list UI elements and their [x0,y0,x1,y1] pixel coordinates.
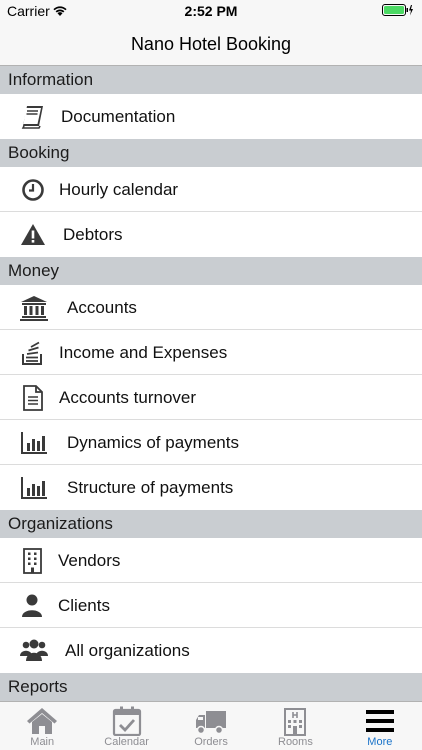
section-header-information: Information [0,66,422,94]
menu-item-label: Accounts turnover [59,388,197,407]
menu-item-label: Structure of payments [67,478,234,497]
tab-calendar[interactable]: Calendar [84,702,168,750]
hotel-icon [279,706,311,736]
tab-label: More [367,736,393,748]
menu-item-label: Vendors [58,551,121,570]
menu-item-all-organizations[interactable]: All organizations [0,628,422,673]
menu-item-structure-of-payments[interactable]: Structure of payments [0,465,422,510]
bar-chart-icon [20,475,47,501]
warning-icon [20,222,46,248]
menu-item-income-expenses[interactable]: Income and Expenses [0,330,422,375]
tab-label: Orders [194,736,228,748]
menu-item-label: Clients [58,596,110,615]
tab-more[interactable]: More [338,702,422,750]
bank-icon [20,295,48,321]
menu-list: Information Documentation Booking Hourly… [0,66,422,701]
document-icon [20,385,46,411]
page-title: Nano Hotel Booking [130,34,292,54]
stack-coins-icon [20,340,46,366]
building-icon [20,548,46,574]
user-icon [20,593,46,619]
menu-item-documentation[interactable]: Documentation [0,94,422,139]
menu-item-vendors[interactable]: Vendors [0,538,422,583]
clock-icon [20,177,46,203]
tab-label: Calendar [104,736,149,748]
users-icon [20,638,48,664]
tab-main[interactable]: Main [0,702,84,750]
tab-rooms[interactable]: Rooms [253,702,337,750]
menu-item-accounts[interactable]: Accounts [0,285,422,330]
tab-label: Main [30,736,55,748]
menu-item-label: Debtors [63,225,123,244]
menu-icon [364,706,396,736]
bar-chart-icon [20,430,47,456]
menu-item-label: Accounts [67,298,137,317]
tab-label: Rooms [278,736,313,748]
menu-item-label: Documentation [61,107,176,126]
menu-item-hourly-calendar[interactable]: Hourly calendar [0,167,422,212]
section-header-reports: Reports [0,673,422,701]
truck-icon [195,706,227,736]
menu-item-clients[interactable]: Clients [0,583,422,628]
menu-item-label: All organizations [65,641,190,660]
menu-item-label: Dynamics of payments [67,433,239,452]
menu-item-accounts-turnover[interactable]: Accounts turnover [0,375,422,420]
status-time: 2:52 PM [184,3,238,19]
tab-bar: Main Calendar Orders Rooms More [0,701,422,750]
menu-item-label: Hourly calendar [59,180,179,199]
section-header-booking: Booking [0,139,422,167]
status-bar: Carrier 2:52 PM [0,0,422,22]
battery-icon [382,4,414,22]
section-header-organizations: Organizations [0,510,422,538]
menu-item-label: Income and Expenses [59,343,228,362]
section-header-money: Money [0,257,422,285]
menu-item-dynamics-of-payments[interactable]: Dynamics of payments [0,420,422,465]
tab-orders[interactable]: Orders [169,702,253,750]
calendar-check-icon [111,706,143,737]
menu-item-debtors[interactable]: Debtors [0,212,422,257]
home-icon [26,706,58,736]
book-icon [20,104,46,130]
navigation-bar: Nano Hotel Booking [0,22,422,66]
